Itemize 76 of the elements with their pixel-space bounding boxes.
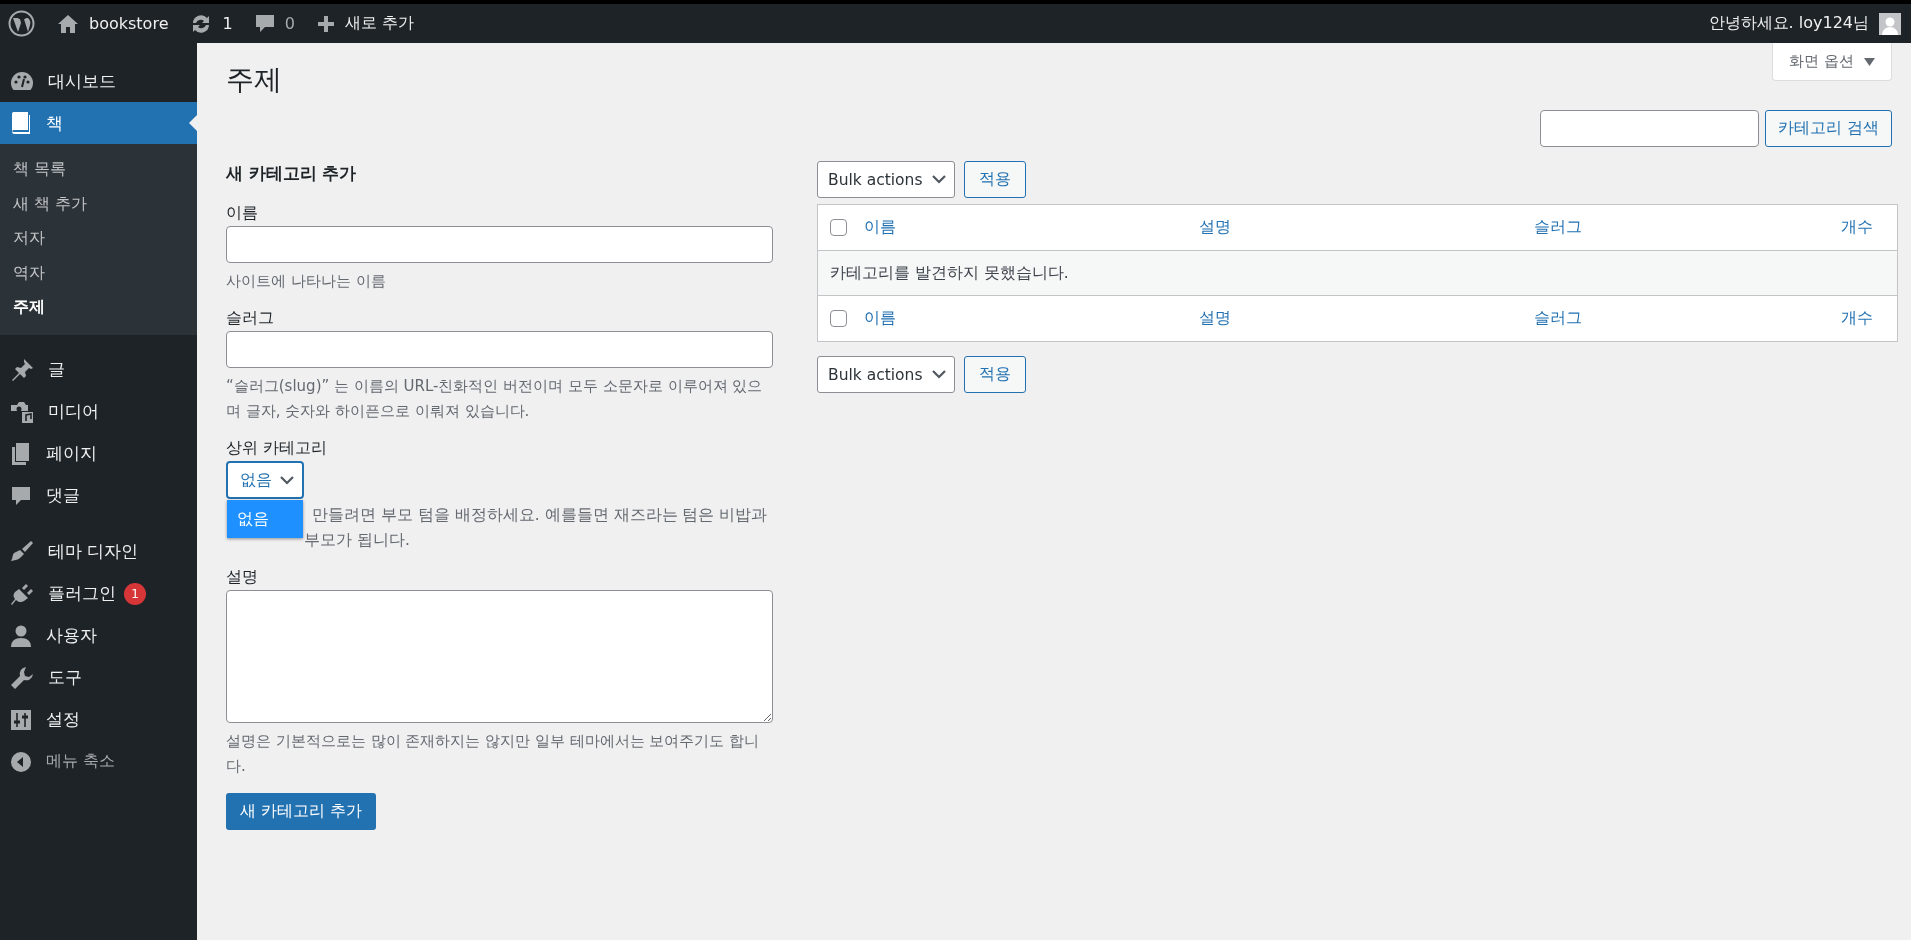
dashboard-gauge-icon bbox=[10, 70, 34, 92]
chevron-down-icon bbox=[280, 475, 294, 485]
pages-icon bbox=[10, 441, 32, 466]
field-hint: 만들려면 부모 텀을 배정하세요. 예를들면 재즈라는 텀은 비밥과 bbox=[312, 505, 769, 526]
text-field[interactable] bbox=[226, 226, 773, 263]
settings-icon bbox=[10, 708, 32, 731]
sidebar-item[interactable]: 플러그인 1 bbox=[0, 572, 197, 615]
comments-link[interactable]: 0 bbox=[254, 13, 295, 34]
greeting-link[interactable]: 안녕하세요. loy124님 bbox=[1708, 13, 1869, 34]
speech-bubble-icon bbox=[254, 13, 275, 34]
text-field[interactable] bbox=[226, 331, 773, 368]
select-all-checkbox[interactable] bbox=[830, 310, 847, 327]
bulk-actions-select[interactable]: Bulk actions bbox=[817, 161, 956, 198]
column-header[interactable]: 개수 bbox=[1841, 217, 1873, 238]
add-category-button[interactable]: 새 카테고리 추가 bbox=[226, 793, 376, 830]
submenu-item[interactable]: 주제 bbox=[0, 290, 197, 325]
user-icon bbox=[10, 623, 32, 648]
select-all-checkbox[interactable] bbox=[830, 219, 847, 236]
wrench-icon bbox=[10, 665, 34, 690]
paintbrush-icon bbox=[10, 539, 34, 564]
form-heading: 새 카테고리 추가 bbox=[226, 163, 358, 185]
column-header[interactable]: 슬러그 bbox=[1534, 308, 1841, 329]
chevron-down-icon bbox=[932, 370, 947, 379]
sidebar-item[interactable]: 미디어 bbox=[0, 390, 197, 433]
column-header[interactable]: 설명 bbox=[1199, 217, 1534, 238]
plug-icon bbox=[10, 581, 34, 606]
dropdown-select[interactable]: 없음 bbox=[226, 461, 304, 499]
apply-button[interactable]: 적용 bbox=[964, 161, 1027, 198]
bulk-actions-select[interactable]: Bulk actions bbox=[817, 356, 956, 393]
column-header[interactable]: 슬러그 bbox=[1534, 217, 1841, 238]
column-header[interactable]: 개수 bbox=[1841, 308, 1873, 329]
left-arrow-circle-icon bbox=[10, 750, 32, 773]
plus-icon bbox=[316, 14, 335, 33]
empty-message: 카테고리를 발견하지 못했습니다. bbox=[830, 262, 1069, 284]
wordpress-logo-icon[interactable] bbox=[8, 10, 35, 37]
field-hint: 사이트에 나타나는 이름 bbox=[226, 271, 387, 292]
count-badge: 1 bbox=[124, 582, 146, 605]
field-label: 상위 카테고리 bbox=[226, 438, 328, 459]
sidebar-item[interactable]: 대시보드 bbox=[0, 60, 197, 102]
submenu-item[interactable]: 책 목록 bbox=[0, 152, 197, 187]
pushpin-icon bbox=[10, 357, 34, 382]
field-hint: 부모가 됩니다. bbox=[304, 530, 411, 551]
collapse-menu-button[interactable]: 메뉴 축소 bbox=[0, 740, 197, 783]
home-icon bbox=[57, 13, 79, 34]
sidebar-item[interactable]: 페이지 bbox=[0, 432, 197, 475]
field-hint: “슬러그(slug)” 는 이름의 URL-친화적인 버전이며 모두 소문자로 이루어져 있으며 글자, 숫자와 하이픈으로 이뤄져 있습니다. bbox=[226, 376, 764, 422]
sidebar-item[interactable]: 도구 bbox=[0, 656, 197, 699]
apply-button[interactable]: 적용 bbox=[964, 356, 1027, 393]
column-header[interactable]: 설명 bbox=[1199, 308, 1534, 329]
field-label: 설명 bbox=[226, 567, 259, 588]
field-hint: 설명은 기본적으로는 많이 존재하지는 않지만 일부 테마에서는 보여주기도 합니다. bbox=[226, 731, 761, 777]
search-field[interactable] bbox=[1540, 110, 1760, 147]
speech-bubble-icon bbox=[10, 484, 32, 507]
field-label: 이름 bbox=[226, 203, 259, 224]
column-header[interactable]: 이름 bbox=[864, 308, 1199, 329]
column-header[interactable]: 이름 bbox=[864, 217, 1199, 238]
sidebar-item[interactable]: 사용자 bbox=[0, 614, 197, 657]
add-new-link[interactable]: 새로 추가 bbox=[316, 13, 414, 34]
updates-link[interactable]: 1 bbox=[190, 13, 233, 34]
screen-options-button[interactable]: 화면 옵션 bbox=[1772, 43, 1892, 81]
site-name-link[interactable]: bookstore bbox=[57, 13, 169, 34]
page-title: 주제 bbox=[226, 62, 282, 98]
media-icon bbox=[10, 399, 34, 424]
triangle-down-icon bbox=[1864, 57, 1875, 66]
field-label: 슬러그 bbox=[226, 308, 275, 329]
submenu-item[interactable]: 새 책 추가 bbox=[0, 186, 197, 221]
chevron-down-icon bbox=[932, 175, 947, 184]
submenu-item[interactable]: 저자 bbox=[0, 221, 197, 256]
book-icon bbox=[10, 111, 32, 135]
submenu-item[interactable]: 역자 bbox=[0, 255, 197, 290]
search-categories-button[interactable]: 카테고리 검색 bbox=[1765, 110, 1892, 147]
sidebar-item[interactable]: 글 bbox=[0, 348, 197, 391]
sidebar-item[interactable]: 설정 bbox=[0, 698, 197, 741]
sidebar-item[interactable]: 책 bbox=[0, 102, 197, 144]
sidebar-item[interactable]: 테마 디자인 bbox=[0, 530, 197, 573]
sidebar-item[interactable]: 댓글 bbox=[0, 474, 197, 517]
